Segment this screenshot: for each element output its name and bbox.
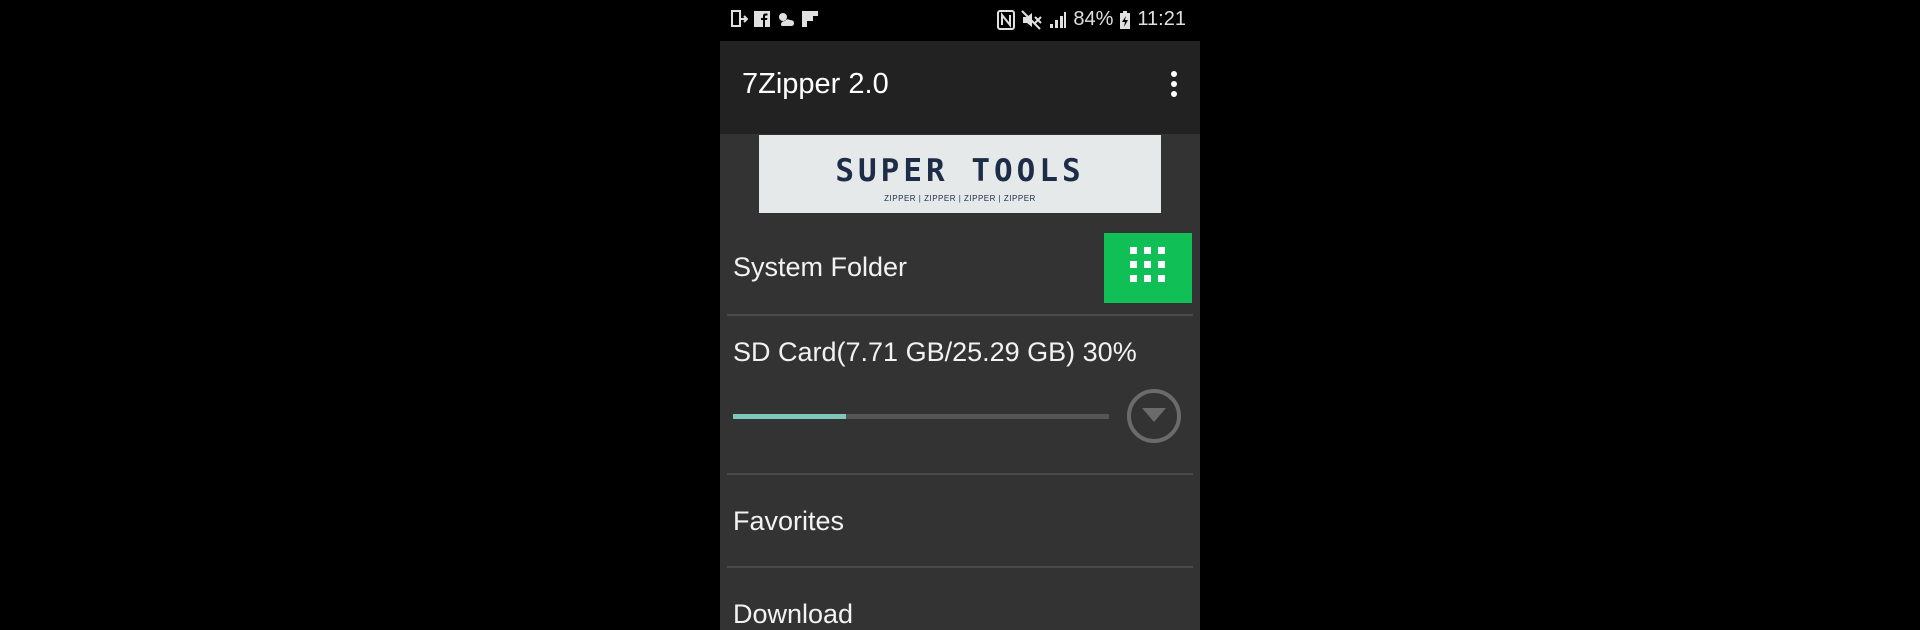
sd-card-item[interactable]: SD Card(7.71 GB/25.29 GB) 30%	[733, 337, 1137, 368]
clock: 11:21	[1137, 8, 1186, 30]
app-bar: 7Zipper 2.0	[720, 41, 1200, 134]
divider	[727, 566, 1193, 568]
system-status: 84% 11:21	[997, 8, 1186, 31]
super-tools-banner[interactable]: SUPER TOOLS ZIPPER | ZIPPER | ZIPPER | Z…	[759, 135, 1161, 213]
signal-icon	[1049, 11, 1067, 29]
download-item[interactable]: Download	[733, 599, 853, 630]
divider	[727, 314, 1193, 316]
battery-percent: 84%	[1073, 8, 1114, 30]
expand-circle-icon[interactable]	[1127, 389, 1181, 443]
screen-cast-icon	[730, 10, 748, 28]
nfc-icon	[997, 9, 1016, 30]
grid-dot	[1158, 261, 1165, 268]
sd-card-usage-bar	[733, 414, 1109, 419]
grid-dot	[1158, 247, 1165, 254]
flipboard-icon	[801, 10, 819, 28]
divider	[727, 473, 1193, 475]
facebook-icon	[753, 10, 771, 28]
weather-icon	[776, 10, 796, 28]
mute-icon	[1021, 9, 1043, 30]
grid-dot	[1144, 275, 1151, 282]
system-folder-item[interactable]: System Folder	[733, 252, 907, 283]
grid-dot	[1130, 247, 1137, 254]
banner-title: SUPER TOOLS	[835, 153, 1085, 189]
grid-dot	[1130, 261, 1137, 268]
more-vert-icon[interactable]	[1162, 69, 1186, 105]
grid-dot	[1158, 275, 1165, 282]
battery-charging-icon	[1119, 10, 1131, 30]
grid-dot	[1144, 261, 1151, 268]
app-title: 7Zipper 2.0	[742, 68, 889, 100]
notification-icons	[730, 10, 819, 28]
apps-grid-icon[interactable]	[1104, 233, 1192, 303]
sd-card-usage-fill	[733, 414, 846, 419]
phone-screen: 84% 11:21 7Zipper 2.0 SUPER TOOLS ZIPPER…	[720, 0, 1200, 630]
banner-subtitle: ZIPPER | ZIPPER | ZIPPER | ZIPPER	[884, 194, 1036, 203]
grid-dot	[1130, 275, 1137, 282]
favorites-item[interactable]: Favorites	[733, 506, 844, 537]
status-bar: 84% 11:21	[720, 0, 1200, 41]
grid-dot	[1144, 247, 1151, 254]
